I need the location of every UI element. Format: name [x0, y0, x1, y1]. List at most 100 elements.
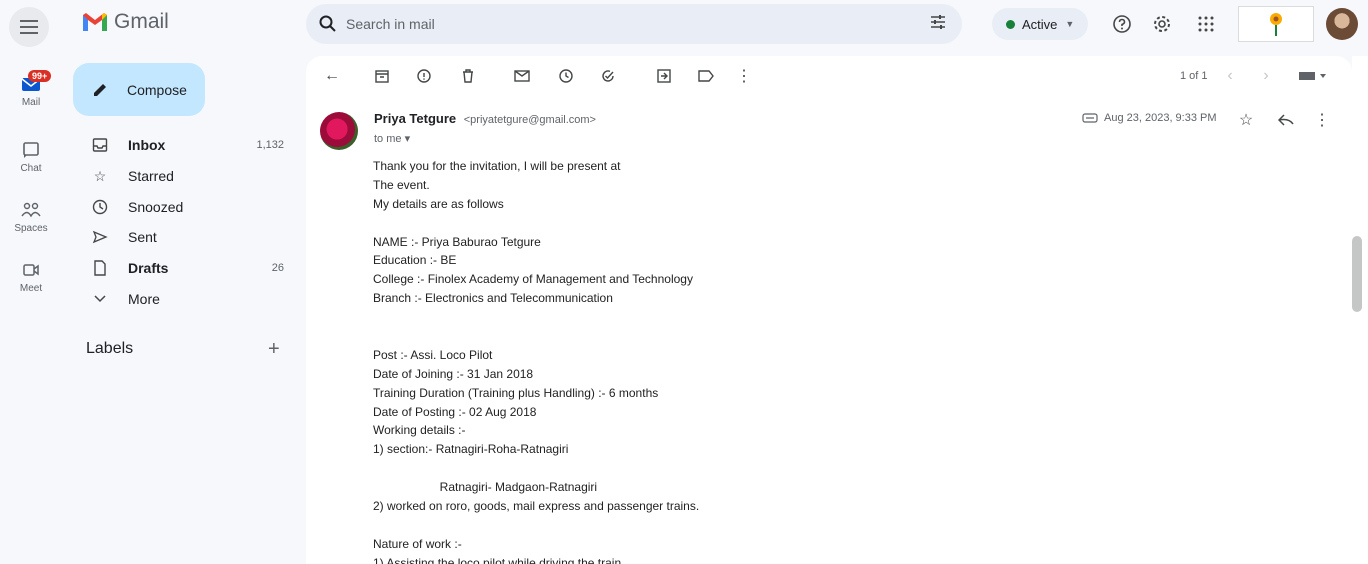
recipient-details-toggle[interactable]: to me ▾ — [374, 132, 410, 145]
body-line: Ratnagiri- Madgaon-Ratnagiri — [373, 480, 598, 495]
search-options-icon[interactable] — [928, 12, 948, 37]
pager-text: 1 of 1 — [1180, 70, 1208, 82]
message-meta: Aug 23, 2023, 9:33 PM — [1082, 112, 1217, 124]
nav-item-snoozed[interactable]: Snoozed — [62, 192, 306, 222]
scrollbar-thumb[interactable] — [1352, 236, 1362, 312]
back-arrow-icon[interactable]: ← — [322, 66, 342, 86]
nav-item-label: More — [128, 291, 160, 307]
rail-chat-label: Chat — [20, 163, 42, 174]
body-line: Working details :- — [373, 423, 466, 438]
drafts-count: 26 — [271, 262, 284, 274]
nav-item-inbox[interactable]: Inbox 1,132 — [62, 130, 306, 160]
body-line: 2) worked on roro, goods, mail express a… — [373, 499, 700, 514]
nav-item-more[interactable]: More — [62, 284, 306, 314]
more-vert-icon[interactable]: ⋮ — [1312, 110, 1332, 130]
search-icon[interactable] — [316, 12, 340, 36]
nav-item-drafts[interactable]: Drafts 26 — [62, 253, 306, 283]
search-bar[interactable]: Search in mail — [306, 4, 962, 44]
compose-button[interactable]: Compose — [73, 63, 205, 116]
settings-gear-icon[interactable] — [1150, 12, 1174, 36]
caret-down-icon: ▾ — [404, 133, 411, 145]
input-tools-icon[interactable] — [1296, 66, 1330, 86]
status-label: Active — [1022, 16, 1058, 32]
sender-avatar[interactable] — [320, 112, 358, 150]
body-line: Training Duration (Training plus Handlin… — [373, 385, 659, 400]
sender-line: Priya Tetgure <priyatetgure@gmail.com> — [374, 111, 596, 126]
meet-icon — [23, 264, 39, 276]
inbox-icon — [90, 135, 110, 155]
sender-name: Priya Tetgure — [374, 111, 457, 126]
body-line: Post :- Assi. Loco Pilot — [373, 347, 493, 362]
status-dot — [1006, 19, 1015, 29]
body-line: Education :- BE — [373, 253, 457, 268]
body-line: Date of Joining :- 31 Jan 2018 — [373, 366, 534, 381]
recipient-text: to me — [374, 133, 402, 145]
body-line — [373, 308, 699, 327]
move-to-icon[interactable] — [654, 66, 674, 86]
nav-item-label: Snoozed — [128, 199, 184, 215]
delete-icon[interactable] — [458, 66, 478, 86]
nav-item-sent[interactable]: Sent — [62, 222, 306, 252]
nav-item-label: Sent — [128, 229, 157, 245]
gmail-m-icon — [83, 13, 107, 31]
gmail-logo[interactable]: Gmail — [82, 10, 169, 34]
more-vert-icon[interactable]: ⋮ — [734, 66, 754, 86]
app-rail: 99+ Mail Chat Spaces Meet — [0, 0, 62, 564]
star-icon[interactable]: ☆ — [1236, 110, 1256, 130]
workspace-logo[interactable] — [1238, 6, 1314, 42]
reply-icon[interactable] — [1276, 110, 1296, 130]
body-line: The event. — [373, 177, 430, 192]
pencil-icon — [94, 83, 106, 96]
add-label-icon[interactable]: + — [268, 338, 280, 361]
rail-meet-label: Meet — [19, 283, 43, 294]
compose-label: Compose — [127, 81, 187, 98]
mark-unread-icon[interactable] — [512, 66, 532, 86]
help-icon[interactable] — [1110, 12, 1134, 36]
chevron-left-icon[interactable]: ‹ — [1220, 66, 1240, 86]
chevron-down-icon — [90, 289, 110, 309]
sender-email: <priyatetgure@gmail.com> — [463, 114, 596, 126]
attachment-label-icon — [1082, 113, 1098, 123]
body-line: 1) section:- Ratnagiri-Roha-Ratnagiri — [373, 442, 569, 457]
body-line: College :- Finolex Academy of Management… — [373, 272, 693, 287]
body-line: Branch :- Electronics and Telecommunicat… — [373, 291, 613, 306]
message-toolbar: ← ⋮ 1 of 1 ‹ › — [306, 56, 1352, 96]
body-line — [373, 516, 699, 535]
message-date: Aug 23, 2023, 9:33 PM — [1104, 112, 1217, 124]
rail-mail-label: Mail — [21, 97, 41, 108]
rail-chat[interactable]: Chat — [0, 140, 62, 174]
status-selector[interactable]: Active ▼ — [992, 8, 1088, 40]
mail-unread-badge: 99+ — [28, 70, 52, 82]
draft-file-icon — [90, 258, 110, 278]
rail-meet[interactable]: Meet — [0, 260, 62, 294]
rail-mail[interactable]: 99+ Mail — [0, 70, 62, 108]
apps-grid-icon[interactable] — [1194, 12, 1218, 36]
report-spam-icon[interactable] — [414, 66, 434, 86]
body-line: Thank you for the invitation, I will be … — [373, 159, 621, 173]
account-avatar[interactable] — [1326, 8, 1358, 40]
nav-item-label: Inbox — [128, 137, 166, 153]
nav-item-label: Drafts — [128, 260, 169, 276]
main-menu-icon[interactable] — [9, 7, 49, 47]
add-task-icon[interactable] — [598, 66, 618, 86]
body-line: My details are as follows — [373, 196, 504, 211]
message-view: ← ⋮ 1 of 1 ‹ › Priya Tetgure <priyatetgu… — [306, 56, 1352, 564]
spaces-icon — [21, 202, 41, 218]
chevron-right-icon[interactable]: › — [1256, 66, 1276, 86]
star-icon: ☆ — [93, 167, 107, 184]
app-name: Gmail — [114, 10, 169, 33]
body-line: Nature of work :- — [373, 536, 462, 551]
rail-spaces-label: Spaces — [14, 223, 48, 234]
snooze-icon[interactable] — [556, 66, 576, 86]
chevron-down-icon: ▼ — [1065, 19, 1075, 29]
archive-icon[interactable] — [372, 66, 392, 86]
search-input[interactable]: Search in mail — [346, 16, 435, 32]
rail-spaces[interactable]: Spaces — [0, 200, 62, 234]
label-icon[interactable] — [696, 66, 716, 86]
body-line — [373, 214, 699, 233]
clock-icon — [90, 197, 110, 217]
sunflower-icon — [1270, 13, 1282, 36]
chat-icon — [23, 142, 39, 158]
nav-item-starred[interactable]: ☆ Starred — [62, 161, 306, 191]
body-line: NAME :- Priya Baburao Tetgure — [373, 234, 541, 249]
